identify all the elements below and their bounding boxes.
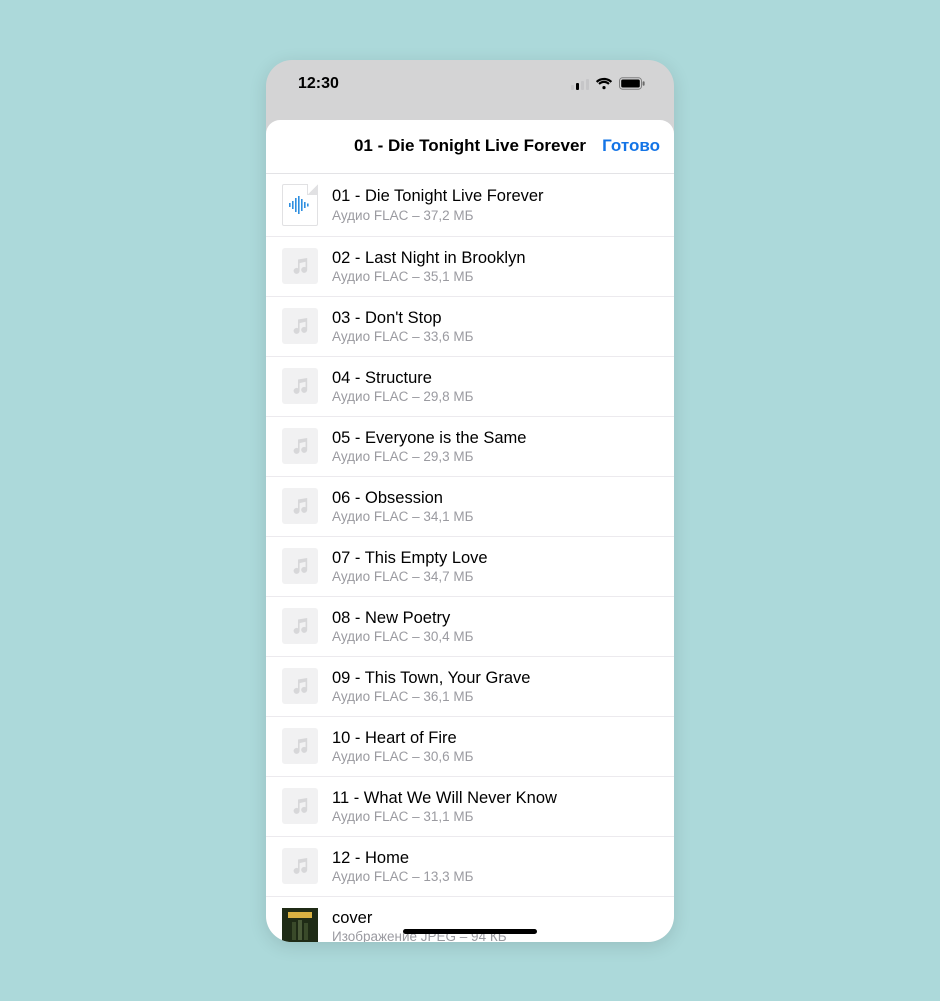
music-note-icon <box>282 788 318 824</box>
file-title: 08 - New Poetry <box>332 608 658 629</box>
battery-icon <box>619 77 646 90</box>
done-button[interactable]: Готово <box>602 120 660 173</box>
file-row-text: 04 - StructureАудио FLAC – 29,8 МБ <box>332 368 658 405</box>
file-row-text: 05 - Everyone is the SameАудио FLAC – 29… <box>332 428 658 465</box>
file-meta: Аудио FLAC – 30,4 МБ <box>332 629 658 644</box>
file-title: 07 - This Empty Love <box>332 548 658 569</box>
music-note-icon <box>282 488 318 524</box>
file-row-text: coverИзображение JPEG – 94 КБ <box>332 908 658 942</box>
file-row-text: 01 - Die Tonight Live ForeverАудио FLAC … <box>332 186 658 223</box>
file-row[interactable]: 01 - Die Tonight Live ForeverАудио FLAC … <box>266 174 674 236</box>
wifi-icon <box>595 77 613 90</box>
file-list[interactable]: 01 - Die Tonight Live ForeverАудио FLAC … <box>266 174 674 942</box>
file-row[interactable]: 11 - What We Will Never KnowАудио FLAC –… <box>266 776 674 836</box>
file-row[interactable]: 08 - New PoetryАудио FLAC – 30,4 МБ <box>266 596 674 656</box>
file-row[interactable]: 09 - This Town, Your GraveАудио FLAC – 3… <box>266 656 674 716</box>
music-note-icon <box>282 308 318 344</box>
file-meta: Аудио FLAC – 35,1 МБ <box>332 269 658 284</box>
status-time: 12:30 <box>298 75 339 93</box>
music-note-icon <box>282 248 318 284</box>
file-row-text: 07 - This Empty LoveАудио FLAC – 34,7 МБ <box>332 548 658 585</box>
sheet-title: 01 - Die Tonight Live Forever <box>354 136 586 156</box>
file-meta: Аудио FLAC – 37,2 МБ <box>332 208 658 223</box>
file-meta: Аудио FLAC – 36,1 МБ <box>332 689 658 704</box>
file-row-text: 02 - Last Night in BrooklynАудио FLAC – … <box>332 248 658 285</box>
file-meta: Аудио FLAC – 13,3 МБ <box>332 869 658 884</box>
file-title: 03 - Don't Stop <box>332 308 658 329</box>
music-note-icon <box>282 428 318 464</box>
file-title: 04 - Structure <box>332 368 658 389</box>
file-title: 10 - Heart of Fire <box>332 728 658 749</box>
file-meta: Аудио FLAC – 33,6 МБ <box>332 329 658 344</box>
file-row[interactable]: 05 - Everyone is the SameАудио FLAC – 29… <box>266 416 674 476</box>
file-row-text: 08 - New PoetryАудио FLAC – 30,4 МБ <box>332 608 658 645</box>
audio-waveform-icon <box>282 184 318 226</box>
file-row-text: 03 - Don't StopАудио FLAC – 33,6 МБ <box>332 308 658 345</box>
file-title: 05 - Everyone is the Same <box>332 428 658 449</box>
music-note-icon <box>282 608 318 644</box>
file-title: 11 - What We Will Never Know <box>332 788 658 809</box>
music-note-icon <box>282 848 318 884</box>
cellular-icon <box>571 78 589 90</box>
phone-frame: 12:30 01 - Die Tonight Live Forever Гото… <box>266 60 674 942</box>
file-meta: Аудио FLAC – 29,3 МБ <box>332 449 658 464</box>
file-title: 09 - This Town, Your Grave <box>332 668 658 689</box>
file-meta: Аудио FLAC – 30,6 МБ <box>332 749 658 764</box>
music-note-icon <box>282 668 318 704</box>
file-meta: Аудио FLAC – 31,1 МБ <box>332 809 658 824</box>
file-title: cover <box>332 908 658 929</box>
music-note-icon <box>282 728 318 764</box>
status-indicators <box>571 77 646 90</box>
file-title: 06 - Obsession <box>332 488 658 509</box>
file-title: 02 - Last Night in Brooklyn <box>332 248 658 269</box>
file-meta: Аудио FLAC – 34,1 МБ <box>332 509 658 524</box>
file-row[interactable]: 10 - Heart of FireАудио FLAC – 30,6 МБ <box>266 716 674 776</box>
home-indicator[interactable] <box>403 929 537 934</box>
file-row-text: 06 - ObsessionАудио FLAC – 34,1 МБ <box>332 488 658 525</box>
file-row-text: 12 - HomeАудио FLAC – 13,3 МБ <box>332 848 658 885</box>
file-row[interactable]: coverИзображение JPEG – 94 КБ <box>266 896 674 942</box>
file-row[interactable]: 03 - Don't StopАудио FLAC – 33,6 МБ <box>266 296 674 356</box>
file-row[interactable]: 12 - HomeАудио FLAC – 13,3 МБ <box>266 836 674 896</box>
files-sheet: 01 - Die Tonight Live Forever Готово 01 … <box>266 120 674 942</box>
file-row-text: 10 - Heart of FireАудио FLAC – 30,6 МБ <box>332 728 658 765</box>
music-note-icon <box>282 368 318 404</box>
sheet-header: 01 - Die Tonight Live Forever Готово <box>266 120 674 174</box>
file-row[interactable]: 07 - This Empty LoveАудио FLAC – 34,7 МБ <box>266 536 674 596</box>
file-meta: Аудио FLAC – 34,7 МБ <box>332 569 658 584</box>
file-title: 01 - Die Tonight Live Forever <box>332 186 658 207</box>
status-bar: 12:30 <box>266 60 674 108</box>
file-row[interactable]: 02 - Last Night in BrooklynАудио FLAC – … <box>266 236 674 296</box>
file-row-text: 09 - This Town, Your GraveАудио FLAC – 3… <box>332 668 658 705</box>
file-meta: Аудио FLAC – 29,8 МБ <box>332 389 658 404</box>
file-row-text: 11 - What We Will Never KnowАудио FLAC –… <box>332 788 658 825</box>
cover-thumbnail <box>282 908 318 942</box>
file-row[interactable]: 06 - ObsessionАудио FLAC – 34,1 МБ <box>266 476 674 536</box>
file-title: 12 - Home <box>332 848 658 869</box>
music-note-icon <box>282 548 318 584</box>
file-row[interactable]: 04 - StructureАудио FLAC – 29,8 МБ <box>266 356 674 416</box>
